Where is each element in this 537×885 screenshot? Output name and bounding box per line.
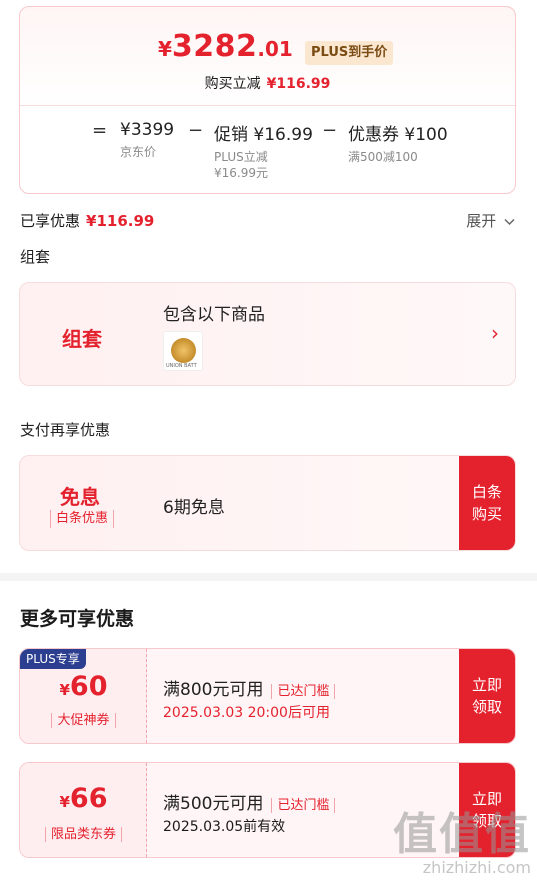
jd-price-label: 京东价	[120, 145, 157, 159]
jd-price-value: ¥3399	[120, 120, 175, 140]
bundle-label: 组套	[62, 327, 102, 351]
coupon-label: 满500减100	[348, 150, 418, 164]
coupon-tag: 大促神券	[20, 709, 147, 730]
coupon-value: 优惠券 ¥100	[348, 125, 448, 145]
installment-text: 6期免息	[163, 498, 225, 518]
coupon-card: PLUS专享 ¥60 大促神券 满800元可用 已达门槛 2025.03.03 2…	[19, 648, 516, 744]
minus-sign: −	[322, 120, 338, 141]
coupon-validity: 2025.03.03 20:00后可用	[163, 705, 330, 721]
section-separator	[0, 573, 537, 581]
price-breakdown: = ¥3399 京东价 − 促销 ¥16.99 PLUS立减 ¥16.99元 − …	[92, 120, 492, 190]
price-integer: 3282	[171, 29, 258, 64]
coupon-condition: 满800元可用 已达门槛	[163, 675, 336, 701]
more-offers-title: 更多可享优惠	[20, 608, 135, 630]
price-currency: ¥	[158, 37, 172, 61]
coupon-amount: ¥60	[59, 671, 108, 702]
enjoyed-amount: ¥116.99	[86, 212, 155, 230]
coupon-amount: ¥66	[59, 783, 108, 814]
bundle-product-thumbnail[interactable]: UNION BATT	[163, 331, 203, 371]
jd-price-col: ¥3399 京东价	[120, 120, 174, 160]
installment-card: 免息 白条优惠 6期免息 白条购买	[19, 455, 516, 551]
enjoyed-discount: 已享优惠 ¥116.99	[20, 210, 154, 231]
thumbnail-caption: UNION BATT	[166, 363, 197, 369]
bundle-section-title: 组套	[20, 248, 51, 266]
expand-toggle[interactable]: 展开	[466, 210, 515, 231]
minus-sign: −	[188, 120, 204, 141]
baitiao-tag: 白条优惠	[50, 510, 115, 528]
reduction-label: 购买立减	[204, 76, 261, 92]
enjoyed-label: 已享优惠	[20, 212, 81, 230]
price-divider	[20, 105, 515, 106]
pay-section-title: 支付再享优惠	[20, 421, 111, 439]
baitiao-buy-button[interactable]: 白条购买	[459, 456, 515, 550]
final-price: ¥3282.01	[158, 29, 293, 64]
price-decimal: .01	[257, 37, 293, 61]
threshold-reached-tag: 已达门槛	[271, 684, 336, 699]
interest-free-label: 免息	[60, 485, 100, 509]
bundle-text: 包含以下商品	[163, 305, 265, 325]
chevron-right-icon: ›	[491, 321, 499, 345]
expand-label: 展开	[466, 212, 497, 230]
chevron-down-icon	[504, 218, 515, 226]
reduction-amount: ¥116.99	[266, 76, 331, 92]
plus-exclusive-badge: PLUS专享	[20, 649, 86, 669]
purchase-reduction: 购买立减 ¥116.99	[20, 73, 515, 93]
promo-label: PLUS立减 ¥16.99元	[214, 150, 268, 180]
bundle-card[interactable]: 组套 包含以下商品 UNION BATT ›	[19, 282, 516, 386]
coupon-condition: 满500元可用 已达门槛	[163, 789, 336, 815]
plus-price-tag: PLUS到手价	[305, 41, 394, 65]
coupon-col: 优惠券 ¥100 满500减100	[348, 120, 448, 165]
promo-col: 促销 ¥16.99 PLUS立减 ¥16.99元	[214, 120, 313, 181]
coupon-tag: 限品类东券	[20, 823, 147, 844]
claim-coupon-button[interactable]: 立即领取	[459, 649, 515, 743]
site-watermark: 值值值 zhizhizhi.com	[393, 809, 531, 878]
promo-value: 促销 ¥16.99	[214, 125, 313, 145]
price-card: ¥3282.01 PLUS到手价 购买立减 ¥116.99 = ¥3399 京东价…	[19, 6, 516, 194]
product-logo-icon	[171, 338, 196, 363]
coupon-validity: 2025.03.05前有效	[163, 819, 286, 835]
equals-sign: =	[92, 120, 108, 141]
threshold-reached-tag: 已达门槛	[271, 798, 336, 813]
